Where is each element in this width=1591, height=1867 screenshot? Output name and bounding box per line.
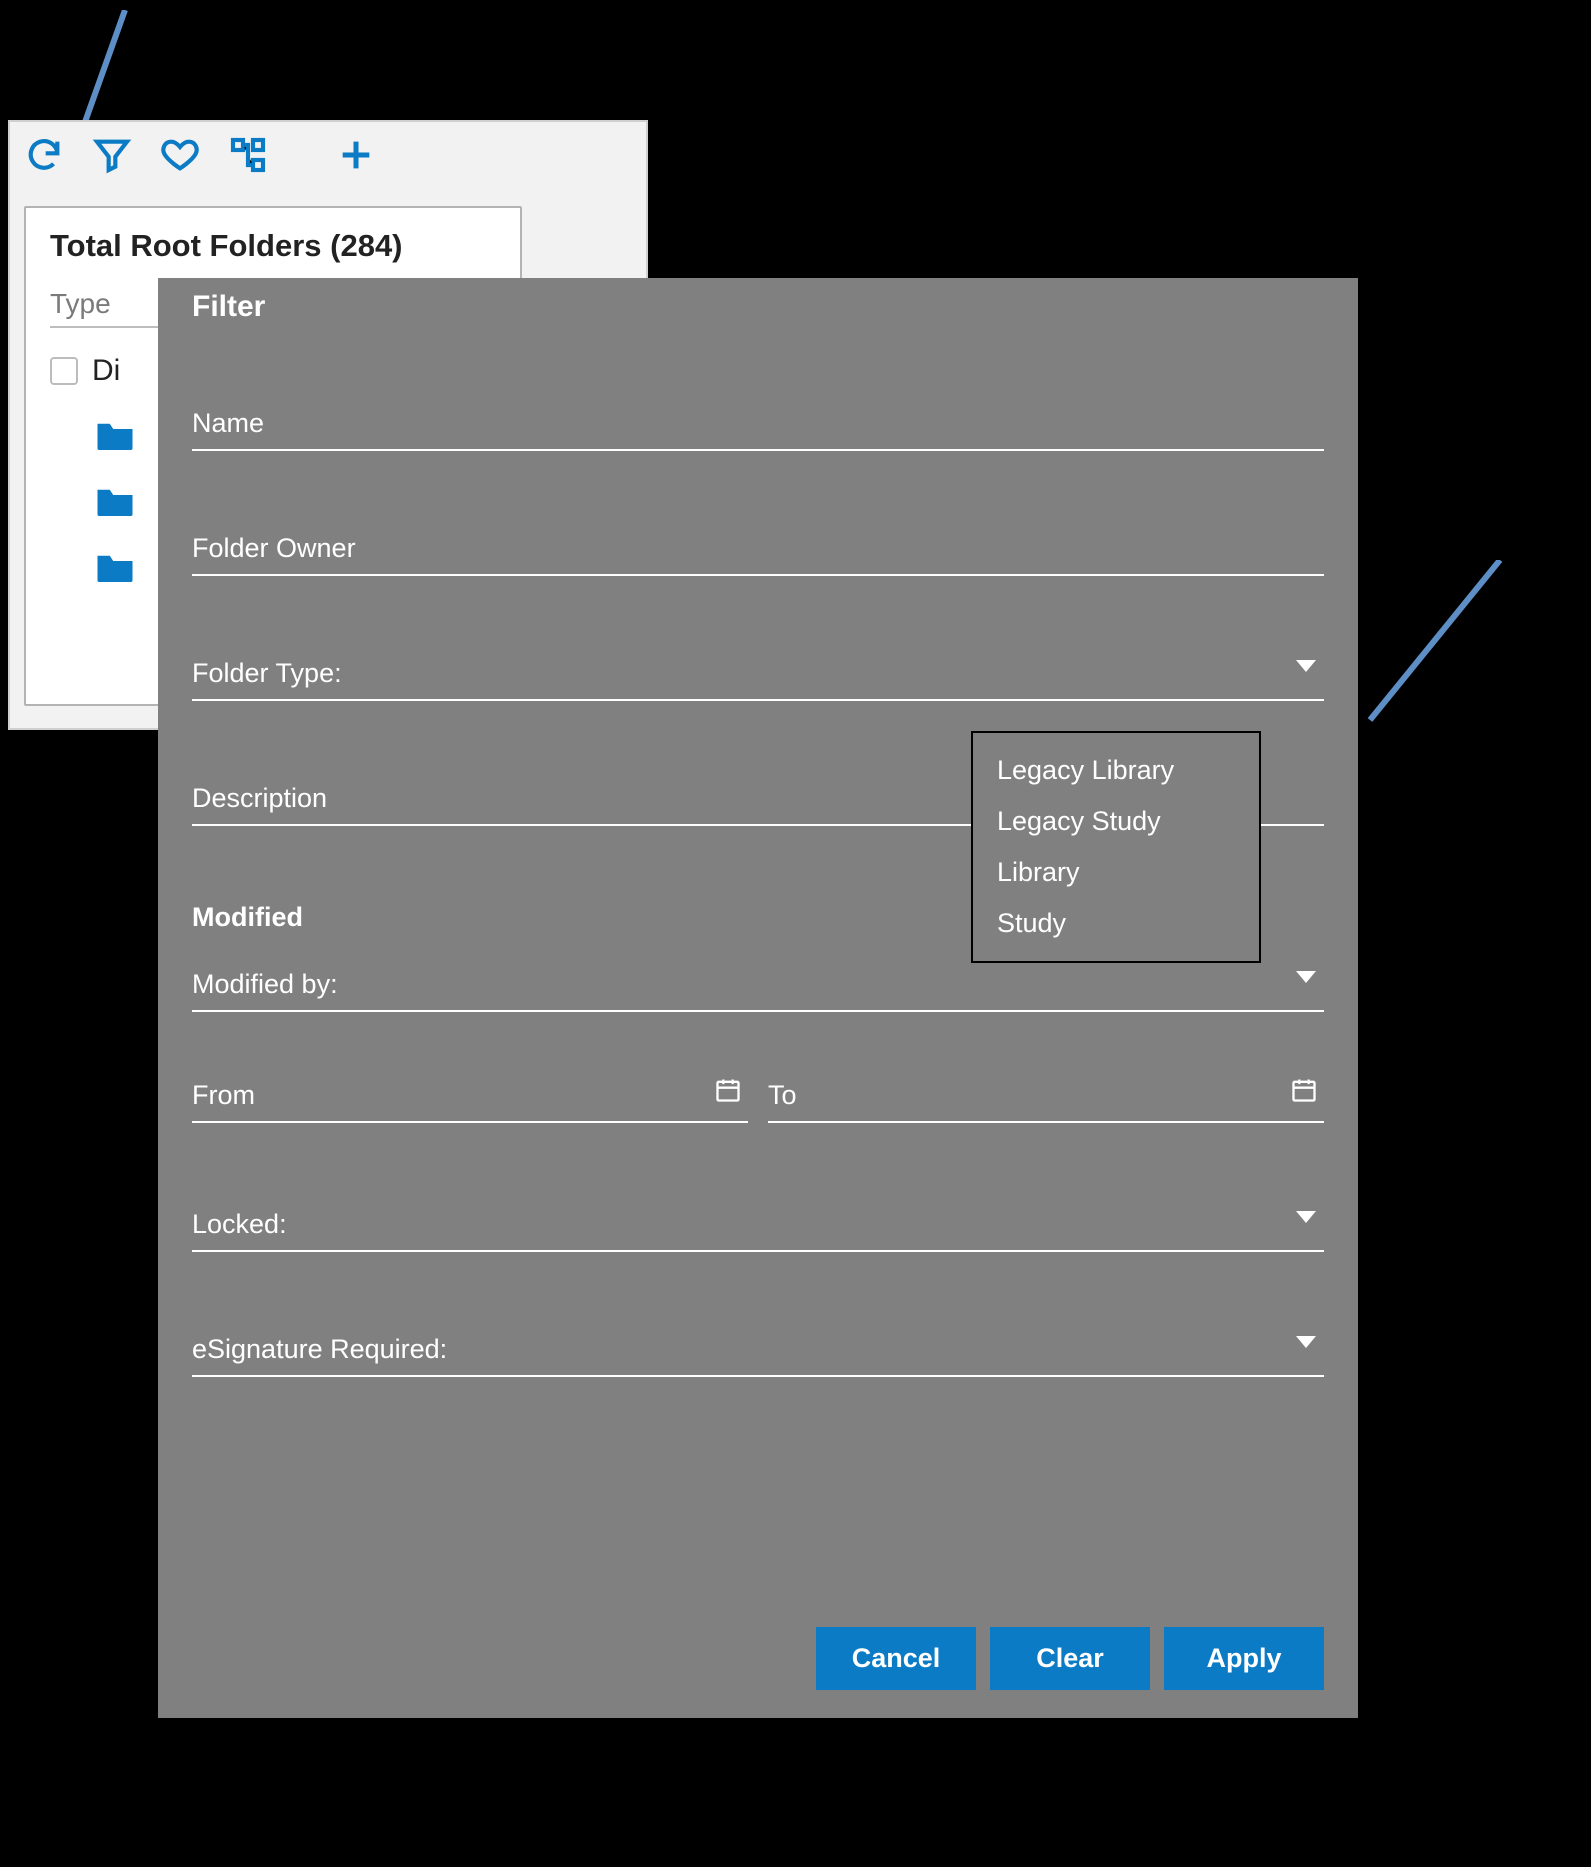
hierarchy-icon[interactable] [228, 135, 268, 180]
folder-icon [94, 550, 136, 586]
folder-type-field[interactable]: Folder Type: [192, 652, 1324, 701]
calendar-icon[interactable] [1290, 1076, 1318, 1109]
date-range-row: From To [192, 1074, 1324, 1123]
folder-type-label: Folder Type: [192, 658, 342, 688]
folder-owner-label: Folder Owner [192, 533, 356, 563]
heart-icon[interactable] [160, 135, 200, 180]
callout-line-right [1360, 560, 1510, 760]
explorer-toolbar [10, 122, 646, 192]
folder-icon [94, 418, 136, 454]
calendar-icon[interactable] [714, 1076, 742, 1109]
dropdown-option-study[interactable]: Study [973, 898, 1259, 949]
from-label: From [192, 1080, 255, 1110]
add-icon[interactable] [336, 135, 376, 180]
modified-by-field[interactable]: Modified by: [192, 963, 1324, 1012]
cancel-button[interactable]: Cancel [816, 1627, 976, 1690]
name-label: Name [192, 408, 264, 438]
dialog-button-row: Cancel Clear Apply [816, 1627, 1324, 1690]
name-field[interactable]: Name [192, 402, 1324, 451]
chevron-down-icon [1296, 660, 1316, 672]
folder-type-dropdown-menu: Legacy Library Legacy Study Library Stud… [971, 731, 1261, 963]
from-date-field[interactable]: From [192, 1074, 748, 1123]
locked-field[interactable]: Locked: [192, 1203, 1324, 1252]
clear-button[interactable]: Clear [990, 1627, 1150, 1690]
dropdown-option-legacy-library[interactable]: Legacy Library [973, 745, 1259, 796]
tree-heading: Total Root Folders (284) [50, 228, 496, 264]
locked-label: Locked: [192, 1209, 287, 1239]
chevron-down-icon [1296, 971, 1316, 983]
to-label: To [768, 1080, 797, 1110]
dropdown-option-legacy-study[interactable]: Legacy Study [973, 796, 1259, 847]
chevron-down-icon [1296, 1211, 1316, 1223]
description-label: Description [192, 783, 327, 813]
refresh-icon[interactable] [24, 135, 64, 180]
tree-item-label: Di [92, 354, 120, 388]
modified-by-label: Modified by: [192, 969, 338, 999]
chevron-down-icon [1296, 1336, 1316, 1348]
filter-dialog: Filter Name Folder Owner Folder Type: De… [158, 278, 1358, 1718]
to-date-field[interactable]: To [768, 1074, 1324, 1123]
apply-button[interactable]: Apply [1164, 1627, 1324, 1690]
dialog-title: Filter [192, 290, 1324, 324]
folder-icon [94, 484, 136, 520]
dropdown-option-library[interactable]: Library [973, 847, 1259, 898]
esignature-label: eSignature Required: [192, 1334, 447, 1364]
filter-icon[interactable] [92, 135, 132, 180]
checkbox-icon[interactable] [50, 357, 78, 385]
folder-owner-field[interactable]: Folder Owner [192, 527, 1324, 576]
esignature-field[interactable]: eSignature Required: [192, 1328, 1324, 1377]
